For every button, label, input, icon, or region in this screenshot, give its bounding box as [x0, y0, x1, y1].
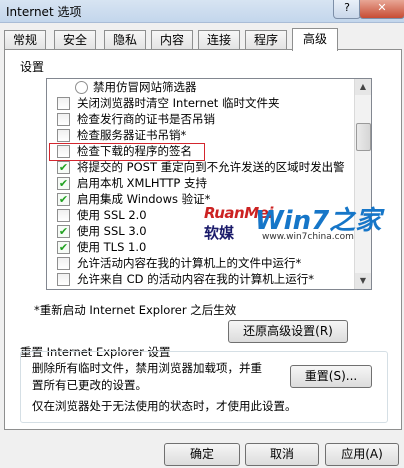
help-button[interactable]: ?: [333, 0, 361, 19]
window-title: Internet 选项: [6, 5, 82, 19]
list-item-label: 将提交的 POST 重定向到不允许发送的区域时发出警: [77, 160, 345, 174]
ok-button[interactable]: 确定: [164, 443, 240, 466]
checkbox[interactable]: [57, 97, 70, 110]
restore-advanced-button[interactable]: 还原高级设置(R): [228, 320, 348, 343]
checkbox[interactable]: ✔: [57, 161, 70, 174]
checkbox[interactable]: [57, 129, 70, 142]
list-item-label: 禁用仿冒网站筛选器: [93, 80, 197, 94]
reset-description-line1: 删除所有临时文件，禁用浏览器加载项，并重: [32, 361, 262, 375]
checkbox[interactable]: ✔: [57, 225, 70, 238]
list-item-label: 使用 TLS 1.0: [77, 240, 147, 254]
close-icon: ✕: [377, 1, 387, 14]
reset-note: 仅在浏览器处于无法使用的状态时，才使用此设置。: [32, 399, 297, 413]
list-item-label: 检查下载的程序的签名: [77, 144, 192, 158]
settings-label: 设置: [20, 60, 45, 74]
checkbox[interactable]: [57, 145, 70, 158]
checkbox[interactable]: ✔: [57, 241, 70, 254]
list-item-label: 启用集成 Windows 验证*: [77, 192, 211, 206]
checkbox[interactable]: ✔: [57, 177, 70, 190]
tab-advanced[interactable]: 高级: [292, 28, 338, 51]
check-icon: ✔: [58, 193, 69, 206]
scroll-up-button[interactable]: ▲: [355, 79, 371, 95]
help-icon: ?: [344, 1, 350, 14]
checkbox[interactable]: [57, 257, 70, 270]
list-item-label: 使用 SSL 3.0: [77, 224, 147, 238]
tab-general[interactable]: 常规: [4, 30, 46, 49]
checkbox[interactable]: ✔: [57, 193, 70, 206]
check-icon: ✔: [58, 177, 69, 190]
tab-security[interactable]: 安全: [54, 30, 96, 49]
scroll-down-button[interactable]: ▼: [355, 273, 371, 289]
list-item-label: 允许活动内容在我的计算机上的文件中运行*: [77, 256, 302, 270]
chevron-up-icon: ▲: [359, 82, 367, 91]
tab-content[interactable]: 内容: [151, 30, 193, 49]
list-item-label: 检查服务器证书吊销*: [77, 128, 187, 142]
settings-list[interactable]: 禁用仿冒网站筛选器 关闭浏览器时清空 Internet 临时文件夹 检查发行商的…: [46, 78, 372, 290]
reset-button[interactable]: 重置(S)...: [290, 365, 372, 388]
cancel-button[interactable]: 取消: [245, 443, 319, 466]
check-icon: ✔: [58, 241, 69, 254]
list-item-label: 允许来自 CD 的活动内容在我的计算机上运行*: [77, 272, 314, 286]
restart-note: *重新启动 Internet Explorer 之后生效: [34, 303, 237, 317]
check-icon: ✔: [58, 161, 69, 174]
list-item-label: 启用本机 XMLHTTP 支持: [77, 176, 207, 190]
list-item-label: 关闭浏览器时清空 Internet 临时文件夹: [77, 96, 280, 110]
scroll-thumb[interactable]: [356, 123, 371, 151]
list-item-label: 使用 SSL 2.0: [77, 208, 147, 222]
chevron-down-icon: ▼: [359, 276, 367, 285]
close-button[interactable]: ✕: [359, 0, 404, 19]
radio-button[interactable]: [75, 81, 88, 94]
tab-connections[interactable]: 连接: [198, 30, 240, 49]
checkbox[interactable]: [57, 209, 70, 222]
settings-scrollbar[interactable]: ▲ ▼: [354, 79, 371, 289]
check-icon: ✔: [58, 225, 69, 238]
checkbox[interactable]: [57, 113, 70, 126]
reset-description-line2: 置所有已更改的设置。: [32, 378, 147, 392]
checkbox[interactable]: [57, 273, 70, 286]
tab-privacy[interactable]: 隐私: [104, 30, 146, 49]
title-bar: Internet 选项 ? ✕: [0, 0, 404, 23]
tab-programs[interactable]: 程序: [245, 30, 287, 49]
apply-button[interactable]: 应用(A): [325, 443, 399, 466]
list-item-label: 检查发行商的证书是否吊销: [77, 112, 215, 126]
